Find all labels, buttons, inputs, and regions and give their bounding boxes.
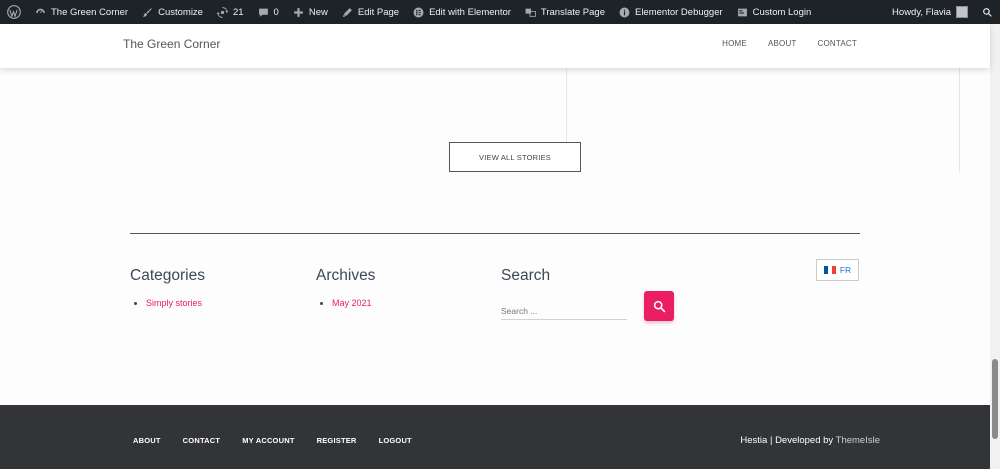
category-link[interactable]: Simply stories xyxy=(146,298,202,308)
scrollbar-thumb[interactable] xyxy=(992,359,998,439)
admin-bar-edit-page[interactable]: Edit Page xyxy=(335,0,406,24)
view-all-stories-button[interactable]: VIEW ALL STORIES xyxy=(449,142,581,172)
archives-widget: Archives May 2021 xyxy=(316,267,375,308)
updates-icon xyxy=(216,6,228,18)
footer-nav: ABOUT CONTACT MY ACCOUNT REGISTER LOGOUT xyxy=(133,436,412,445)
translate-icon xyxy=(525,8,536,17)
nav-home[interactable]: HOME xyxy=(722,39,747,48)
column-divider xyxy=(959,68,960,172)
list-item: Simply stories xyxy=(146,298,205,308)
main-nav: HOME ABOUT CONTACT xyxy=(722,39,857,48)
dashboard-icon xyxy=(36,8,45,13)
archives-list: May 2021 xyxy=(332,298,375,308)
search-button[interactable] xyxy=(644,291,674,321)
site-title[interactable]: The Green Corner xyxy=(123,37,220,51)
main-content: VIEW ALL STORIES Categories Simply stori… xyxy=(0,68,990,405)
admin-bar-edit-elementor[interactable]: Edit with Elementor xyxy=(406,0,518,24)
admin-bar-my-account[interactable]: Howdy, Flavia xyxy=(885,0,975,24)
language-label: FR xyxy=(839,265,852,275)
footer-nav-logout[interactable]: LOGOUT xyxy=(379,436,412,445)
admin-bar-comments[interactable]: 0 xyxy=(251,0,286,24)
avatar xyxy=(956,6,968,18)
pencil-icon xyxy=(342,7,352,17)
search-title: Search xyxy=(501,267,551,284)
search-icon xyxy=(653,300,665,312)
france-flag-icon xyxy=(823,266,836,274)
admin-bar-edit-elementor-label: Edit with Elementor xyxy=(429,6,511,18)
info-icon xyxy=(619,7,630,17)
admin-bar-updates[interactable]: 21 xyxy=(210,0,251,24)
section-divider xyxy=(130,233,860,234)
credits-prefix: Hestia | Developed by xyxy=(740,435,836,446)
admin-bar-debugger-label: Elementor Debugger xyxy=(634,6,723,18)
admin-bar-edit-page-label: Edit Page xyxy=(357,6,400,18)
categories-widget: Categories Simply stories xyxy=(130,267,205,308)
login-icon xyxy=(737,8,747,16)
archive-link[interactable]: May 2021 xyxy=(332,298,372,308)
themeisle-link[interactable]: ThemeIsle xyxy=(836,435,880,446)
nav-about[interactable]: ABOUT xyxy=(768,39,797,48)
admin-bar-new-label: New xyxy=(308,6,328,18)
categories-title: Categories xyxy=(130,267,205,284)
admin-bar-custom-login[interactable]: Custom Login xyxy=(730,0,819,24)
footer-nav-my-account[interactable]: MY ACCOUNT xyxy=(242,436,294,445)
page-scrollbar[interactable] xyxy=(990,24,1000,469)
list-item: May 2021 xyxy=(332,298,375,308)
admin-bar-new[interactable]: New xyxy=(286,0,335,24)
admin-bar-translate-label: Translate Page xyxy=(540,6,605,18)
plus-icon xyxy=(293,7,303,17)
admin-bar-customize[interactable]: Customize xyxy=(135,0,210,24)
admin-bar-elementor-debugger[interactable]: Elementor Debugger xyxy=(612,0,730,24)
search-input[interactable] xyxy=(501,303,627,320)
admin-bar-customize-label: Customize xyxy=(158,6,203,18)
admin-bar-site-name[interactable]: The Green Corner xyxy=(28,0,135,24)
footer-nav-contact[interactable]: CONTACT xyxy=(183,436,221,445)
updates-count: 21 xyxy=(232,6,244,18)
categories-list: Simply stories xyxy=(146,298,205,308)
search-widget: Search xyxy=(501,267,550,285)
site-footer: ABOUT CONTACT MY ACCOUNT REGISTER LOGOUT… xyxy=(0,405,990,469)
elementor-icon xyxy=(413,7,424,17)
language-switcher[interactable]: FR xyxy=(816,259,859,281)
nav-contact[interactable]: CONTACT xyxy=(818,39,857,48)
wp-admin-bar: The Green Corner Customize 21 0 New Edit… xyxy=(0,0,1000,24)
archives-title: Archives xyxy=(316,267,376,284)
footer-credits: Hestia | Developed by ThemeIsle xyxy=(740,435,880,446)
admin-bar-search[interactable] xyxy=(975,0,1000,24)
footer-nav-about[interactable]: ABOUT xyxy=(133,436,161,445)
comment-icon xyxy=(258,8,268,17)
wordpress-logo-icon[interactable] xyxy=(0,0,28,24)
admin-bar-translate-page[interactable]: Translate Page xyxy=(518,0,612,24)
comments-count: 0 xyxy=(273,6,279,18)
admin-bar-custom-login-label: Custom Login xyxy=(752,6,812,18)
howdy-label: Howdy, Flavia xyxy=(892,6,951,18)
brush-icon xyxy=(143,7,152,17)
search-icon xyxy=(983,7,992,17)
site-header: The Green Corner HOME ABOUT CONTACT xyxy=(0,24,990,68)
footer-nav-register[interactable]: REGISTER xyxy=(317,436,357,445)
admin-bar-site-name-label: The Green Corner xyxy=(51,6,129,18)
